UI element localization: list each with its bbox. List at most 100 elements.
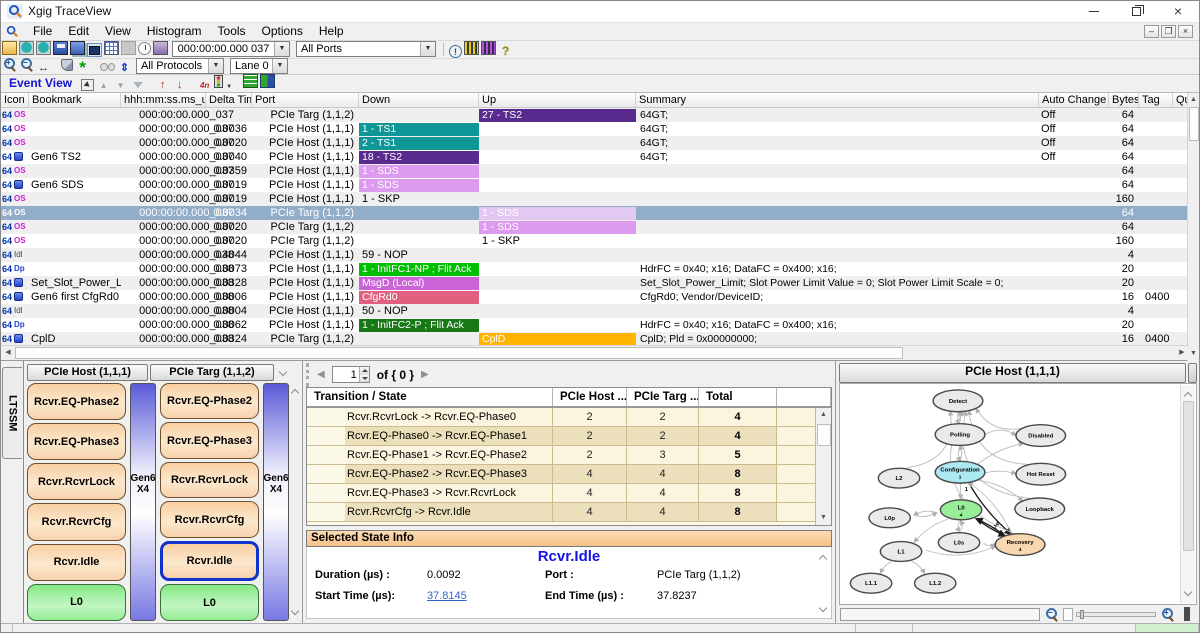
table-row[interactable]: 64OS000:00:00.000_0370.0359PCIe Host (1,… (1, 164, 1189, 178)
ltssm-state-rcvr-idle[interactable]: Rcvr.Idle (160, 541, 259, 582)
ltssm-state-rcvr-eq-phase3[interactable]: Rcvr.EQ-Phase3 (27, 423, 126, 460)
error-report-icon[interactable] (481, 41, 496, 55)
scroll-down-icon[interactable]: ▼ (1188, 347, 1199, 361)
time-unit-icon[interactable] (197, 79, 212, 93)
zoom-slider[interactable] (1076, 612, 1156, 617)
table-row[interactable]: 64OS000:00:00.000_0370.0020PCIe Targ (1,… (1, 234, 1189, 248)
zoom-in-icon[interactable]: + (1160, 607, 1175, 621)
report-view-icon[interactable] (104, 41, 119, 55)
ltssm-state-rcvr-eq-phase2[interactable]: Rcvr.EQ-Phase2 (160, 383, 259, 420)
ltssm-state-rcvr-rcvrlock[interactable]: Rcvr.RcvrLock (27, 463, 126, 500)
ltssm-target-header[interactable]: PCIe Targ (1,1,2) (150, 364, 274, 381)
table-row[interactable]: 64Gen6 SDS000:00:00.000_0370.0019PCIe Ho… (1, 178, 1189, 192)
event-bar[interactable]: CfgRd0 (359, 291, 479, 304)
diagram-node-hot-reset[interactable]: Hot Reset (1016, 463, 1066, 485)
scroll-down-icon[interactable] (1185, 586, 1191, 598)
diagram-node-configuration[interactable]: Configuration1 (935, 461, 985, 483)
transition-row[interactable]: Rcvr.RcvrCfg -> Rcvr.Idle448 (307, 503, 815, 522)
scroll-down-icon[interactable] (820, 602, 826, 614)
event-table-header[interactable]: IconBookmarkhhh:mm:ss.ms_usDelta TimePor… (1, 93, 1189, 108)
minimize-button[interactable] (1073, 1, 1115, 22)
timer-icon[interactable] (138, 42, 151, 55)
diagram-node-recovery[interactable]: Recovery4 (995, 534, 1045, 556)
event-bar[interactable]: 1 - SDS (479, 221, 636, 234)
column-header[interactable]: PCIe Host ... (553, 388, 627, 406)
table-row[interactable]: 64Gen6 TS2000:00:00.000_0370.0040PCIe Ho… (1, 150, 1189, 164)
menu-options[interactable]: Options (254, 24, 311, 38)
maximize-button[interactable] (1115, 1, 1157, 22)
column-header-icon[interactable]: Icon (1, 93, 29, 107)
transition-row[interactable]: Rcvr.EQ-Phase0 -> Rcvr.EQ-Phase1224 (307, 427, 815, 446)
diagram-node-l0[interactable]: L04 (940, 500, 981, 520)
scroll-down-icon[interactable]: ▼ (816, 511, 831, 525)
event-table-horizontal-scrollbar[interactable]: ◀ ▶ (1, 345, 1189, 360)
transition-row[interactable]: Rcvr.EQ-Phase3 -> Rcvr.RcvrLock448 (307, 484, 815, 503)
table-row[interactable]: 64OS000:00:00.000_0370.0034PCIe Targ (1,… (1, 206, 1189, 220)
chevron-down-icon[interactable]: ▼ (274, 42, 289, 56)
ltssm-state-rcvr-eq-phase3[interactable]: Rcvr.EQ-Phase3 (160, 422, 259, 459)
scroll-up-icon[interactable]: ▲ (816, 408, 831, 422)
scrollbar-thumb[interactable] (1189, 107, 1199, 141)
scroll-up-icon[interactable] (292, 387, 298, 399)
column-header-bytes[interactable]: Bytes (1109, 93, 1139, 107)
diagram-port-header[interactable]: PCIe Host (1,1,1) (839, 363, 1186, 383)
next-event-icon[interactable]: ▼ (113, 79, 128, 93)
diagram-vertical-scrollbar[interactable] (1180, 385, 1195, 603)
menu-edit[interactable]: Edit (60, 24, 97, 38)
scrollbar-thumb[interactable] (1183, 401, 1194, 551)
zoom-in-icon[interactable]: + (2, 57, 17, 71)
table-row[interactable]: 64Dp000:00:00.000_0380.0073PCIe Host (1,… (1, 262, 1189, 276)
column-header-down[interactable]: Down (359, 93, 479, 107)
open-file-icon[interactable] (2, 41, 17, 55)
table-row[interactable]: 64OS000:00:00.000_0370.0020PCIe Host (1,… (1, 136, 1189, 150)
chevron-down-icon[interactable]: ▼ (208, 59, 223, 73)
column-header-delta-time[interactable]: Delta Time (206, 93, 252, 107)
diagram-node-disabled[interactable]: Disabled (1016, 425, 1066, 447)
scroll-right-icon[interactable]: ▶ (1175, 346, 1189, 360)
ports-combo[interactable]: All Ports ▼ (296, 41, 436, 57)
scroll-up-icon[interactable]: ▲ (1188, 93, 1199, 107)
column-header-summary[interactable]: Summary (636, 93, 1039, 107)
flit-decode-icon[interactable] (260, 74, 275, 88)
chevron-down-icon[interactable] (276, 364, 290, 381)
event-bar[interactable]: 2 - TS1 (359, 137, 479, 150)
bookmark-icon[interactable] (14, 278, 23, 287)
event-bar[interactable]: MsgD (Local) (359, 277, 479, 290)
diagram-node-l0p[interactable]: L0p (869, 508, 910, 528)
event-bar[interactable]: 1 - SDS (359, 165, 479, 178)
menu-histogram[interactable]: Histogram (139, 24, 210, 38)
jump-previous-icon[interactable]: ↑ (155, 78, 170, 92)
transition-row[interactable]: Rcvr.RcvrLock -> Rcvr.EQ-Phase0224 (307, 408, 815, 427)
zoom-fit-icon[interactable] (36, 61, 51, 75)
table-row[interactable]: 64OS000:00:00.000_0370.0019PCIe Host (1,… (1, 192, 1189, 206)
search-icon[interactable] (100, 60, 115, 74)
ltssm-state-rcvr-idle[interactable]: Rcvr.Idle (27, 544, 126, 581)
mdi-restore-button[interactable]: ❐ (1161, 25, 1176, 38)
event-bar[interactable]: 27 - TS2 (479, 109, 636, 122)
table-row[interactable]: 64OS000:00:00.000_0370.0036PCIe Host (1,… (1, 122, 1189, 136)
ltssm-state-rcvr-rcvrcfg[interactable]: Rcvr.RcvrCfg (160, 501, 259, 538)
chevron-down-icon[interactable]: ▼ (272, 59, 287, 73)
table-row[interactable]: 64Dp000:00:00.000_0380.0062PCIe Host (1,… (1, 318, 1189, 332)
event-bar[interactable]: 1 - SDS (359, 179, 479, 192)
page-previous-icon[interactable]: ◀ (317, 369, 325, 380)
transition-row[interactable]: Rcvr.EQ-Phase2 -> Rcvr.EQ-Phase3448 (307, 465, 815, 484)
scrollbar-thumb[interactable] (15, 347, 903, 359)
event-bar[interactable]: 18 - TS2 (359, 151, 479, 164)
mdi-minimize-button[interactable]: – (1144, 25, 1159, 38)
diagram-node-detect[interactable]: Detect (933, 390, 983, 412)
lane-combo[interactable]: Lane 0 ▼ (230, 58, 288, 74)
table-row[interactable]: 64OS000:00:00.000_0370.0020PCIe Targ (1,… (1, 220, 1189, 234)
page-next-icon[interactable]: ▶ (421, 369, 429, 380)
close-button[interactable]: × (1157, 1, 1199, 22)
spin-up-icon[interactable] (360, 367, 369, 375)
column-header-auto-change[interactable]: Auto Change (1039, 93, 1109, 107)
export-trace-icon[interactable] (36, 41, 51, 55)
import-trace-icon[interactable] (19, 41, 34, 55)
table-row[interactable]: 64Set_Slot_Power_Limit000:00:00.000_0380… (1, 276, 1189, 290)
diagram-node-l1-2[interactable]: L1.2 (915, 573, 956, 593)
column-header-up[interactable]: Up (479, 93, 636, 107)
event-bar[interactable]: 1 - InitFC1-NP ; Flit Ack (359, 263, 479, 276)
transition-row[interactable]: Rcvr.EQ-Phase1 -> Rcvr.EQ-Phase2235 (307, 446, 815, 465)
table-row[interactable]: 64Gen6 first CfgRd0000:00:00.000_0380.00… (1, 290, 1189, 304)
